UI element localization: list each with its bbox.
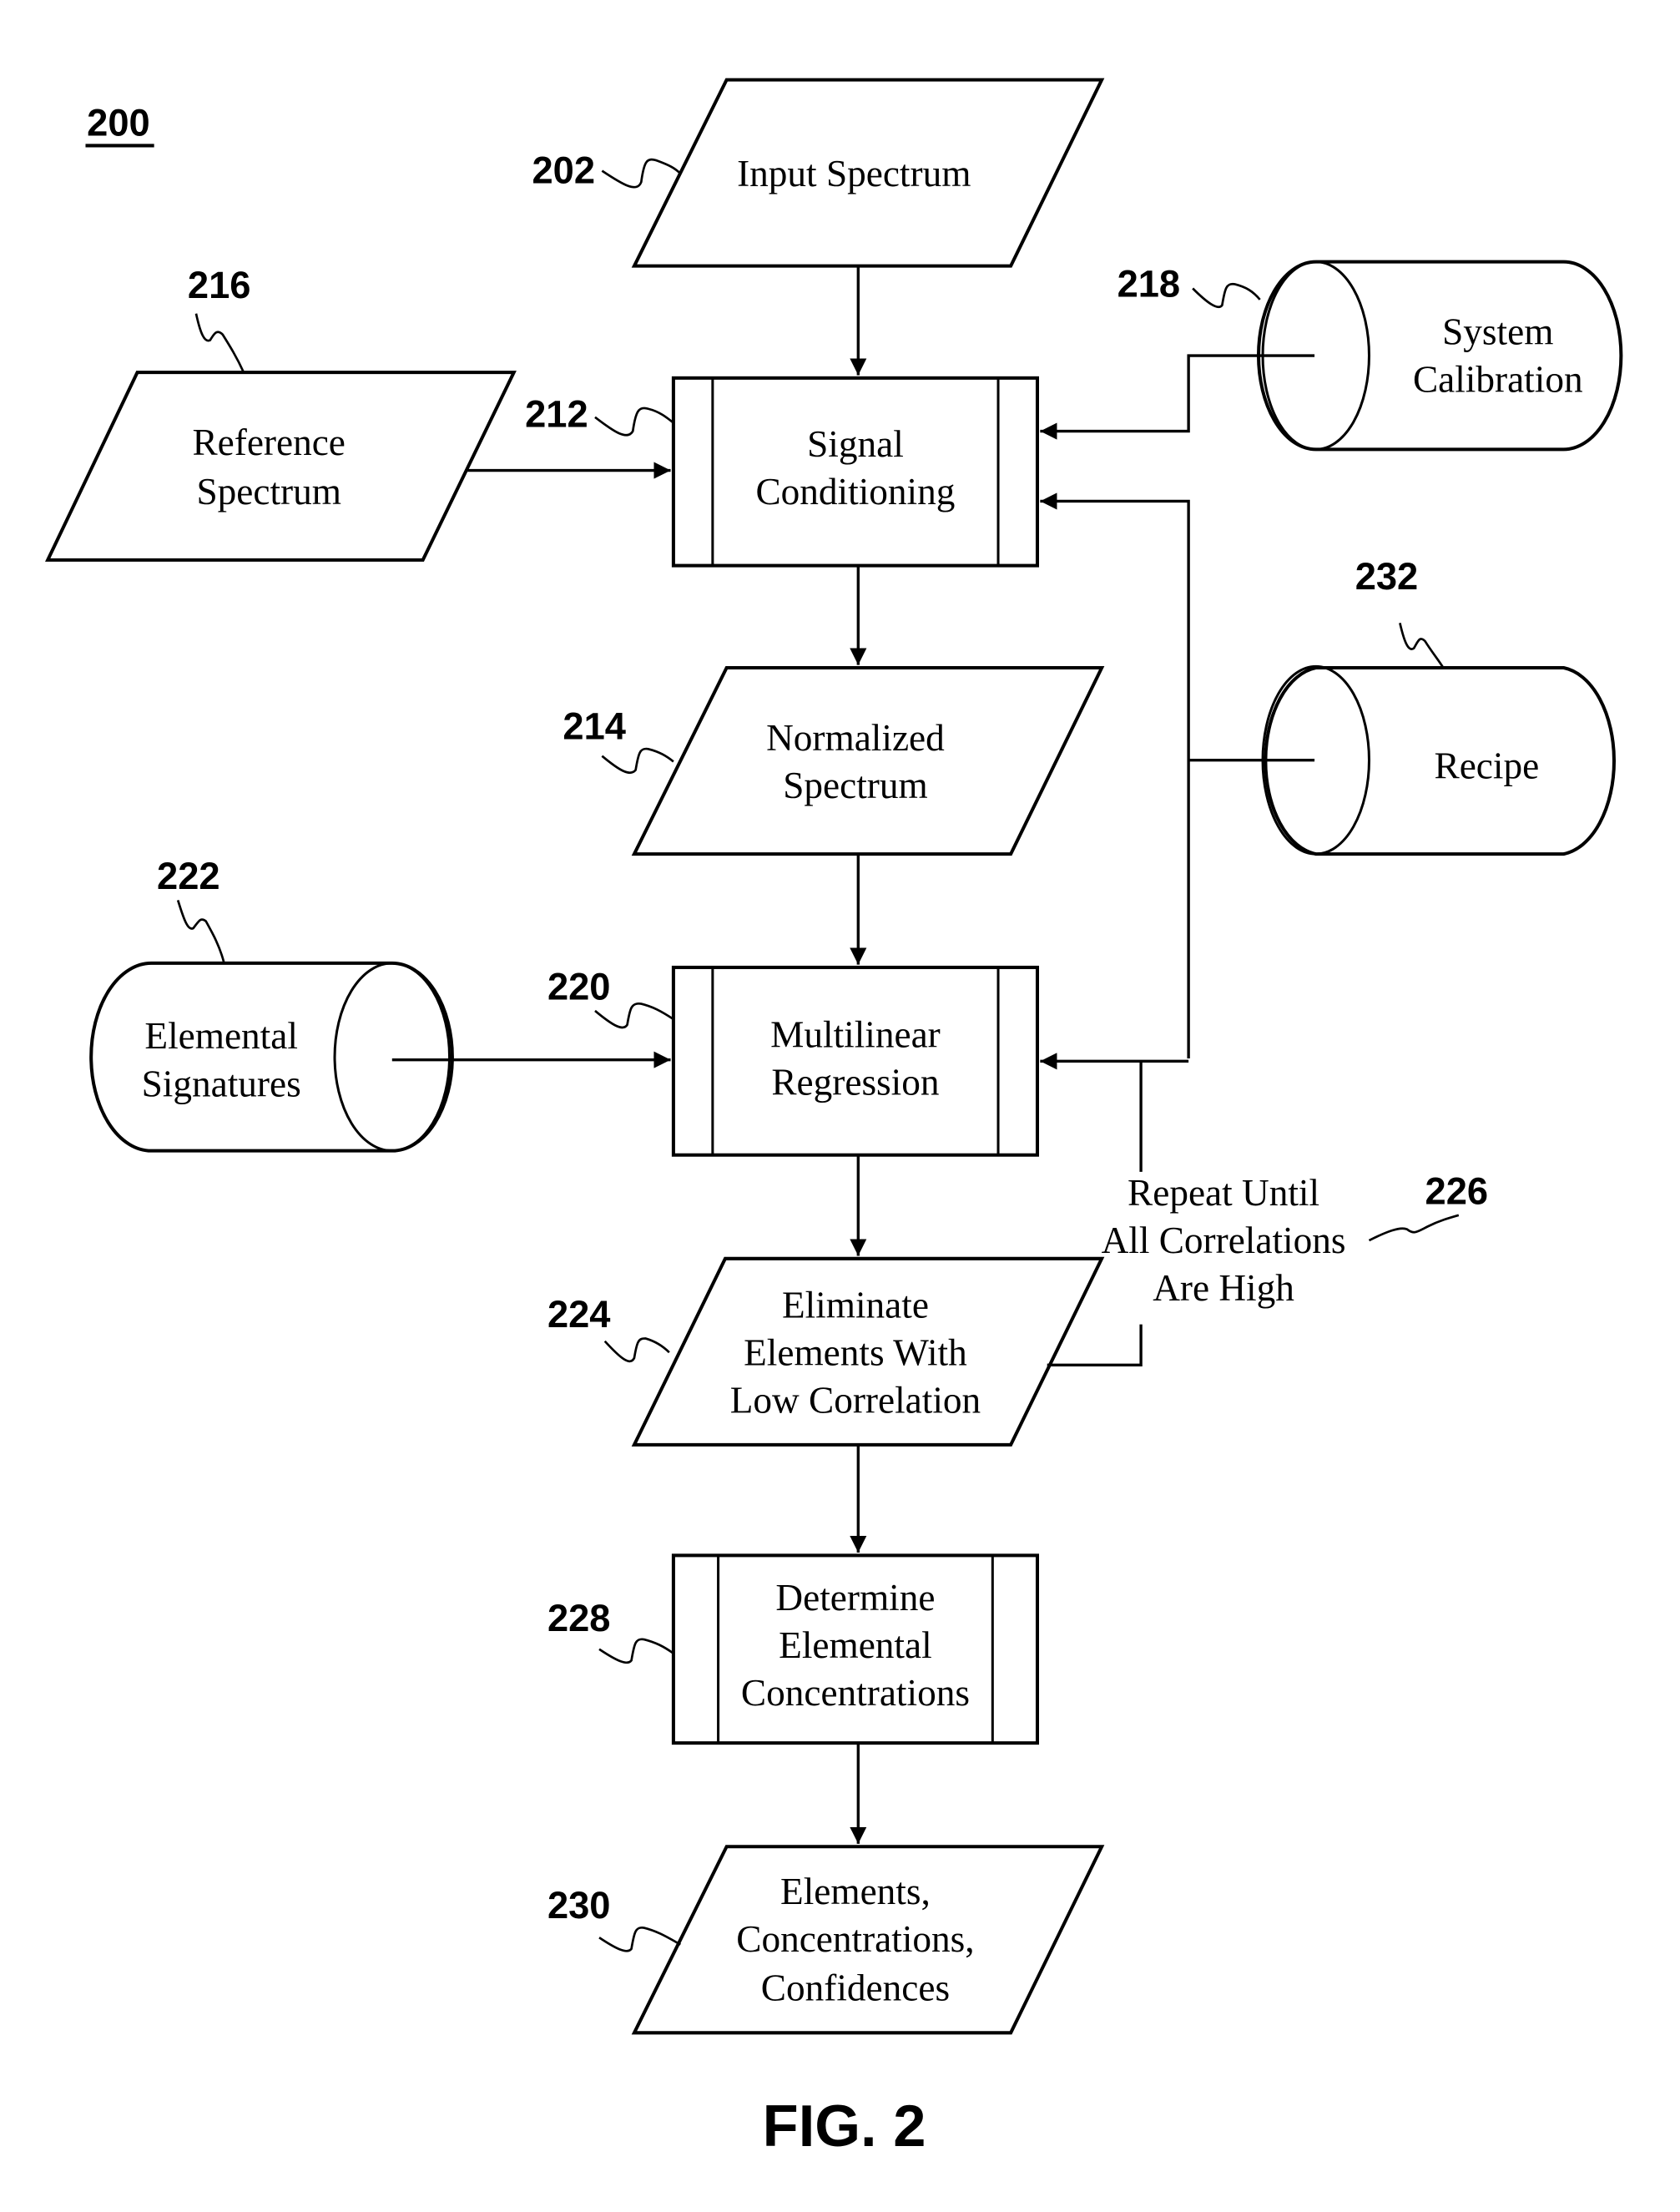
eliminate-elements-line-3: Low Correlation (730, 1379, 981, 1421)
ref-228: 228 (547, 1597, 611, 1639)
node-output: Elements, Concentrations, Confidences 23… (547, 1845, 1105, 2035)
output-line-3: Confidences (761, 1967, 950, 2009)
node-determine-concentrations: Determine Elemental Concentrations 228 (547, 1553, 1039, 1745)
eliminate-elements-line-1: Eliminate (782, 1284, 929, 1326)
normalized-spectrum-line-2: Spectrum (783, 765, 927, 806)
elemental-signatures-cylinder-body (89, 961, 454, 1153)
input-spectrum-label: Input Spectrum (737, 153, 971, 194)
reference-spectrum-parallelogram (45, 371, 517, 562)
reference-spectrum-line-2: Spectrum (196, 471, 341, 513)
figure-number-label: 200 (85, 102, 154, 148)
signal-conditioning-line-2: Conditioning (755, 471, 955, 513)
output-line-2: Concentrations, (736, 1918, 974, 1960)
ref-216-leader (194, 313, 245, 373)
node-reference-spectrum: Reference Spectrum 216 (45, 264, 517, 562)
ref-224-leader (603, 1337, 670, 1363)
ref-226: 226 (1425, 1169, 1489, 1212)
normalized-spectrum-parallelogram (631, 666, 1105, 856)
ref-222-leader (176, 900, 225, 964)
node-input-spectrum: Input Spectrum 202 (532, 78, 1105, 268)
normalized-spectrum-line-1: Normalized (766, 717, 945, 759)
figure-caption: FIG. 2 (763, 2093, 926, 2159)
ref-214-leader (601, 747, 674, 775)
multilinear-regression-line-1: Multilinear (770, 1014, 941, 1056)
loop-note-line-1: Repeat Until (1128, 1172, 1319, 1214)
ref-226-leader (1368, 1214, 1460, 1242)
flowchart-figure: 200 Input Spectrum 202 Signal Conditioni… (45, 78, 1623, 2159)
system-calibration-line-2: Calibration (1413, 359, 1583, 401)
system-calibration-line-1: System (1442, 311, 1553, 353)
edge-recipe-to-conditioning (1040, 492, 1190, 1058)
signal-conditioning-line-1: Signal (807, 423, 904, 465)
node-eliminate-elements: Eliminate Elements With Low Correlation … (547, 1256, 1105, 1447)
node-elemental-signatures: Elemental Signatures 222 (89, 855, 454, 1153)
output-line-1: Elements, (780, 1871, 931, 1912)
loop-note-line-3: Are High (1153, 1267, 1294, 1309)
elemental-signatures-line-1: Elemental (144, 1015, 297, 1057)
ref-232: 232 (1355, 555, 1419, 598)
ref-230-leader (598, 1926, 681, 1952)
ref-220: 220 (547, 966, 611, 1008)
loop-note-line-2: All Correlations (1102, 1220, 1346, 1261)
ref-224: 224 (547, 1293, 611, 1336)
node-loop-note: Repeat Until All Correlations Are High 2… (1102, 1169, 1489, 1309)
ref-202: 202 (532, 149, 596, 192)
ref-218: 218 (1117, 263, 1181, 306)
ref-202-leader (601, 158, 682, 189)
multilinear-regression-line-2: Regression (771, 1062, 939, 1103)
reference-spectrum-line-1: Reference (192, 422, 345, 463)
elemental-signatures-line-2: Signatures (142, 1063, 301, 1104)
ref-222: 222 (157, 855, 220, 897)
recipe-label: Recipe (1435, 745, 1540, 787)
node-recipe: Recipe 232 (1261, 555, 1616, 856)
ref-212: 212 (525, 393, 588, 436)
ref-232-leader (1399, 623, 1445, 669)
eliminate-elements-line-2: Elements With (744, 1331, 967, 1373)
determine-concentrations-line-1: Determine (775, 1577, 935, 1619)
figure-number: 200 (87, 102, 150, 144)
ref-214: 214 (563, 705, 626, 748)
ref-212-leader (594, 407, 674, 437)
determine-concentrations-line-3: Concentrations (741, 1672, 970, 1714)
ref-216: 216 (188, 264, 251, 306)
ref-218-leader (1192, 282, 1261, 309)
ref-228-leader (598, 1638, 674, 1664)
ref-230: 230 (547, 1884, 611, 1927)
node-normalized-spectrum: Normalized Spectrum 214 (563, 666, 1105, 856)
determine-concentrations-line-2: Elemental (779, 1624, 932, 1666)
